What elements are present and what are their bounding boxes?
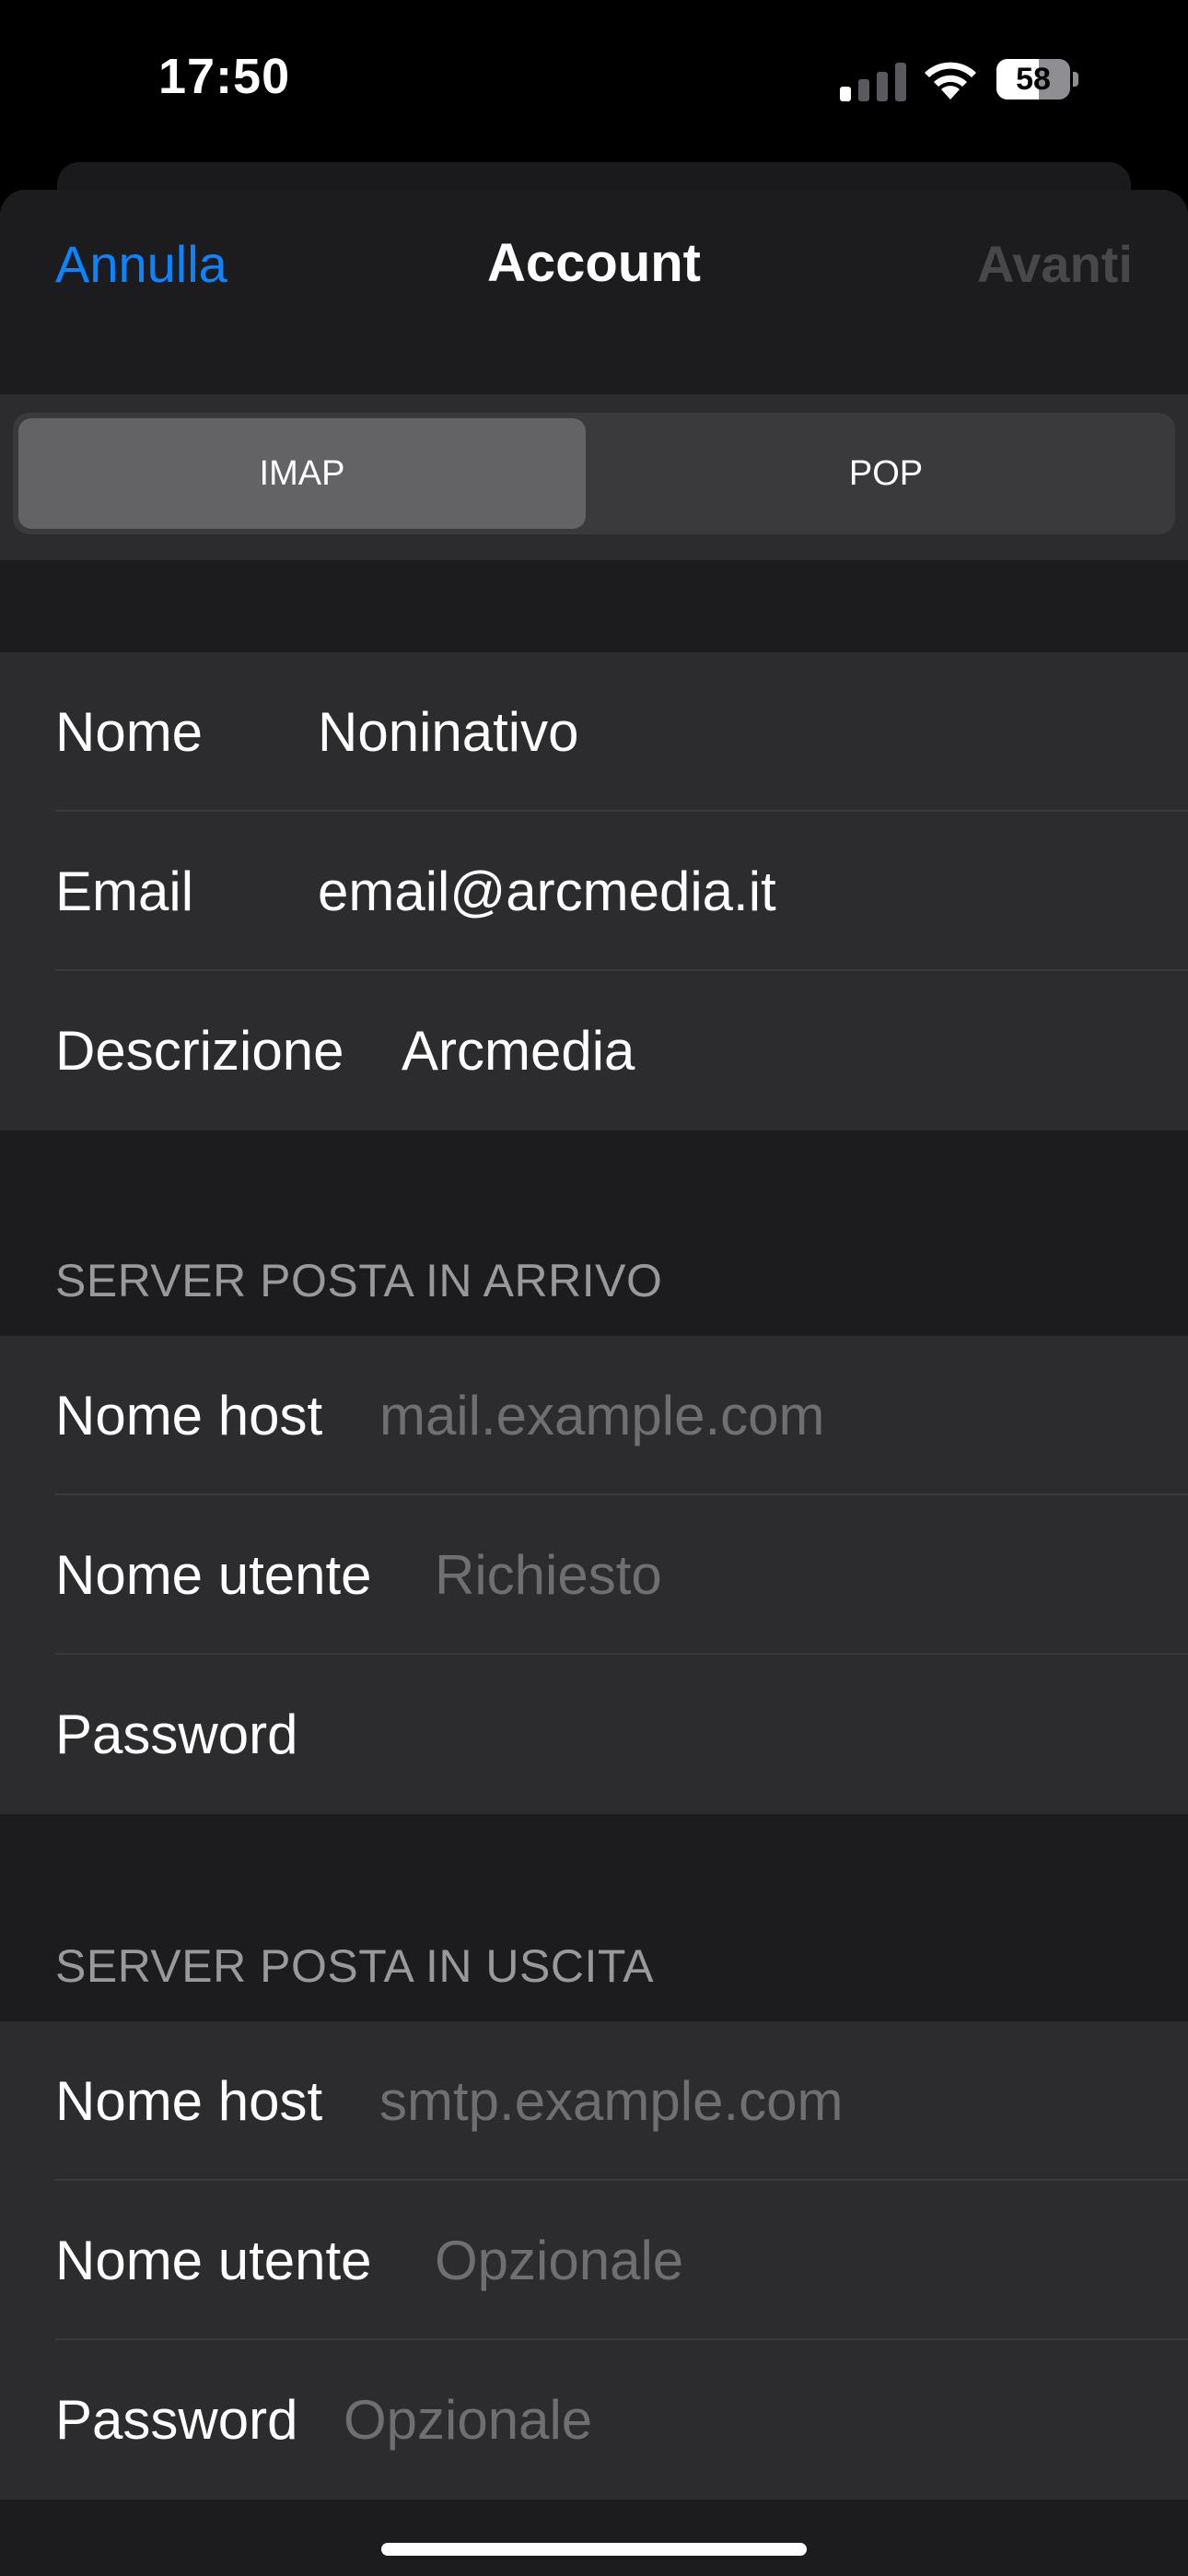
incoming-section-header: SERVER POSTA IN ARRIVO <box>55 1255 663 1306</box>
email-field[interactable]: email@arcmedia.it <box>318 812 776 971</box>
name-label: Nome <box>55 701 204 763</box>
protocol-segmented-control: IMAP POP <box>13 413 1175 534</box>
next-button[interactable]: Avanti <box>977 234 1133 294</box>
cellular-signal-icon <box>840 63 906 101</box>
account-sheet: Annulla Account Avanti IMAP POP Nome Non… <box>0 190 1188 2576</box>
email-label: Email <box>55 861 194 922</box>
outgoing-password-row[interactable]: Password Opzionale <box>0 2340 1188 2500</box>
battery-icon: 58 <box>996 59 1078 100</box>
incoming-user-label: Nome utente <box>55 1544 372 1606</box>
navigation-bar: Annulla Account Avanti <box>0 190 1188 394</box>
outgoing-user-field[interactable]: Opzionale <box>435 2181 683 2340</box>
incoming-host-row[interactable]: Nome host mail.example.com <box>0 1336 1188 1495</box>
incoming-password-row[interactable]: Password <box>0 1655 1188 1814</box>
incoming-password-label: Password <box>55 1704 298 1765</box>
outgoing-user-label: Nome utente <box>55 2230 372 2291</box>
outgoing-group: Nome host smtp.example.com Nome utente O… <box>0 2021 1188 2500</box>
incoming-group: Nome host mail.example.com Nome utente R… <box>0 1336 1188 1814</box>
home-indicator <box>381 2543 807 2556</box>
name-field[interactable]: Noninativo <box>318 652 579 812</box>
outgoing-password-label: Password <box>55 2389 298 2451</box>
outgoing-section-header: SERVER POSTA IN USCITA <box>55 1940 655 1992</box>
email-row[interactable]: Email email@arcmedia.it <box>0 812 1188 971</box>
name-row[interactable]: Nome Noninativo <box>0 652 1188 812</box>
incoming-user-field[interactable]: Richiesto <box>435 1495 662 1655</box>
description-row[interactable]: Descrizione Arcmedia <box>0 971 1188 1130</box>
description-label: Descrizione <box>55 1020 344 1082</box>
outgoing-password-field[interactable]: Opzionale <box>344 2340 592 2500</box>
segment-imap[interactable]: IMAP <box>18 418 586 529</box>
outgoing-host-label: Nome host <box>55 2070 323 2132</box>
outgoing-user-row[interactable]: Nome utente Opzionale <box>0 2181 1188 2340</box>
segment-pop[interactable]: POP <box>602 418 1170 529</box>
status-bar: 17:50 58 <box>0 0 1188 157</box>
wifi-icon <box>925 62 976 100</box>
description-field[interactable]: Arcmedia <box>402 971 635 1130</box>
incoming-host-label: Nome host <box>55 1385 323 1446</box>
battery-percent: 58 <box>1016 62 1051 97</box>
incoming-host-field[interactable]: mail.example.com <box>379 1336 825 1495</box>
status-time: 17:50 <box>158 49 291 104</box>
incoming-user-row[interactable]: Nome utente Richiesto <box>0 1495 1188 1655</box>
outgoing-host-row[interactable]: Nome host smtp.example.com <box>0 2021 1188 2181</box>
account-group: Nome Noninativo Email email@arcmedia.it … <box>0 652 1188 1130</box>
outgoing-host-field[interactable]: smtp.example.com <box>379 2021 844 2181</box>
